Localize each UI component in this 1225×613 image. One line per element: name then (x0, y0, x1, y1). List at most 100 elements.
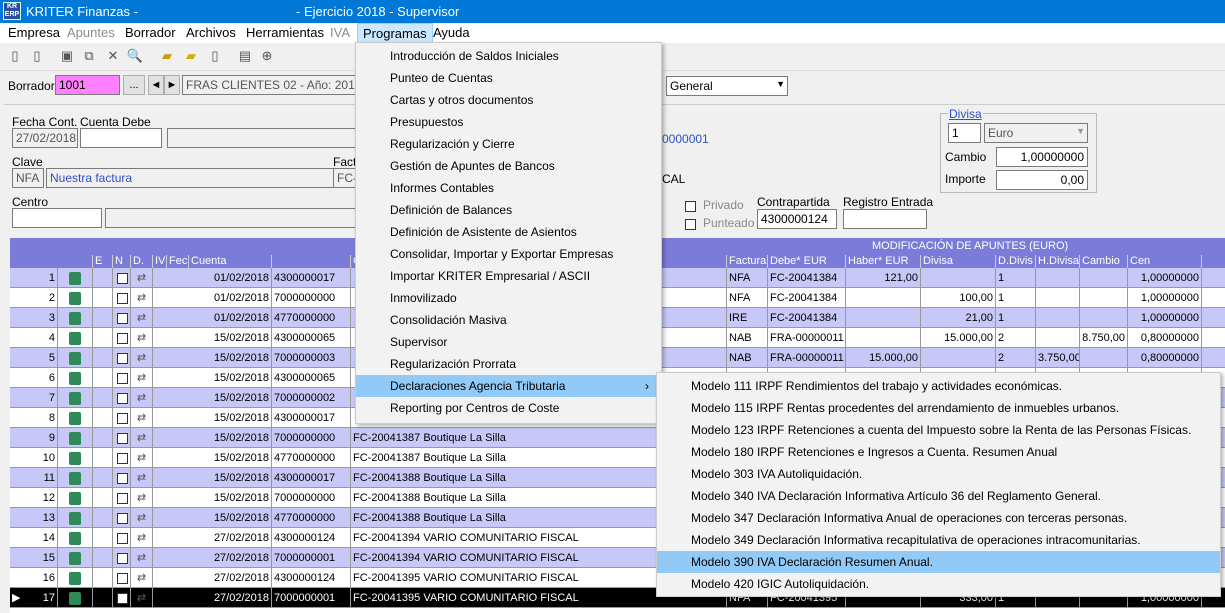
col-e-header[interactable]: E (93, 255, 113, 268)
row-d-checkbox[interactable] (113, 488, 131, 508)
open-file-icon[interactable]: ▯ (206, 47, 224, 65)
col-centro-header[interactable]: Cen (1128, 255, 1202, 268)
row-e-icon[interactable] (58, 448, 93, 468)
row-iv-icon[interactable]: ⇄ (131, 408, 153, 428)
col-debe-header[interactable]: Debe* EUR (768, 255, 846, 268)
programas-item-8[interactable]: Definición de Asistente de Asientos (356, 221, 661, 243)
row-iv-icon[interactable]: ⇄ (131, 568, 153, 588)
programas-item-6[interactable]: Informes Contables (356, 177, 661, 199)
cuenta-debe-field[interactable] (80, 128, 162, 148)
row-d-checkbox[interactable] (113, 268, 131, 288)
contrapartida-field[interactable]: 4300000124 (757, 209, 837, 229)
menu-archivos[interactable]: Archivos (186, 25, 236, 40)
journal-select[interactable]: General ▼ (666, 76, 788, 96)
declaraciones-item-6[interactable]: Modelo 347 Declaración Informativa Anual… (657, 507, 1220, 529)
divisa-code-field[interactable]: 1 (948, 123, 981, 143)
row-e-icon[interactable] (58, 368, 93, 388)
row-d-checkbox[interactable] (113, 328, 131, 348)
row-d-checkbox[interactable] (113, 468, 131, 488)
borrador-lookup-button[interactable]: ... (123, 75, 145, 95)
row-e-icon[interactable] (58, 508, 93, 528)
col-haber-header[interactable]: Haber* EUR (846, 255, 921, 268)
row-iv-icon[interactable]: ⇄ (131, 588, 153, 608)
programas-item-16[interactable]: Reporting por Centros de Coste (356, 397, 661, 419)
row-d-checkbox[interactable] (113, 548, 131, 568)
row-d-checkbox[interactable] (113, 288, 131, 308)
row-d-checkbox[interactable] (113, 368, 131, 388)
next-button[interactable]: ► (164, 75, 180, 95)
programas-item-4[interactable]: Regularización y Cierre (356, 133, 661, 155)
row-iv-icon[interactable]: ⇄ (131, 508, 153, 528)
menu-borrador[interactable]: Borrador (125, 25, 176, 40)
declaraciones-item-9[interactable]: Modelo 420 IGIC Autoliquidación. (657, 573, 1220, 595)
row-iv-icon[interactable]: ⇄ (131, 488, 153, 508)
menu-programas[interactable]: Programas (357, 23, 433, 43)
programas-item-11[interactable]: Inmovilizado (356, 287, 661, 309)
programas-item-3[interactable]: Presupuestos (356, 111, 661, 133)
borrador-input[interactable]: 1001 (55, 75, 120, 95)
row-e-icon[interactable] (58, 488, 93, 508)
col-d-header[interactable]: D. (131, 255, 153, 268)
col-ddivisa-header[interactable]: D.Divis (996, 255, 1036, 268)
row-e-icon[interactable] (58, 588, 93, 608)
row-d-checkbox[interactable] (113, 428, 131, 448)
programas-item-12[interactable]: Consolidación Masiva (356, 309, 661, 331)
row-e-icon[interactable] (58, 528, 93, 548)
cambio-field[interactable]: 1,00000000 (996, 147, 1088, 167)
programas-item-2[interactable]: Cartas y otros documentos (356, 89, 661, 111)
row-e-icon[interactable] (58, 388, 93, 408)
row-iv-icon[interactable]: ⇄ (131, 388, 153, 408)
book-icon[interactable]: ▤ (236, 47, 254, 65)
importe-field[interactable]: 0,00 (996, 170, 1088, 190)
menu-herramientas[interactable]: Herramientas (246, 25, 324, 40)
prev-button[interactable]: ◄ (148, 75, 164, 95)
fact-field[interactable]: FC-2 (333, 168, 357, 188)
row-d-checkbox[interactable] (113, 588, 131, 608)
declaraciones-item-2[interactable]: Modelo 123 IRPF Retenciones a cuenta del… (657, 419, 1220, 441)
programas-item-15[interactable]: Declaraciones Agencia Tributaria › (356, 375, 661, 397)
menu-ayuda[interactable]: Ayuda (433, 25, 470, 40)
copy-icon[interactable]: ▯ (28, 47, 46, 65)
duplicate-icon[interactable]: ⧉ (80, 47, 98, 65)
row-e-icon[interactable] (58, 568, 93, 588)
programas-item-7[interactable]: Definición de Balances (356, 199, 661, 221)
row-e-icon[interactable] (58, 428, 93, 448)
col-cambio-header[interactable]: Cambio (1080, 255, 1128, 268)
declaraciones-item-3[interactable]: Modelo 180 IRPF Retenciones e Ingresos a… (657, 441, 1220, 463)
col-hdivisa-header[interactable]: H.Divisa (1036, 255, 1080, 268)
row-iv-icon[interactable]: ⇄ (131, 308, 153, 328)
fecha-field[interactable]: 27/02/2018 (12, 128, 78, 148)
col-cuenta-header[interactable]: Cuenta (189, 255, 272, 268)
open-folder-icon[interactable]: ▰ (158, 47, 176, 65)
col-selector-header[interactable] (10, 255, 93, 268)
binoculars-icon[interactable]: ⊕ (258, 47, 276, 65)
row-iv-icon[interactable]: ⇄ (131, 448, 153, 468)
row-iv-icon[interactable]: ⇄ (131, 528, 153, 548)
declaraciones-item-7[interactable]: Modelo 349 Declaración Informativa recap… (657, 529, 1220, 551)
save-icon[interactable]: ▣ (58, 47, 76, 65)
row-e-icon[interactable] (58, 348, 93, 368)
row-e-icon[interactable] (58, 548, 93, 568)
delete-icon[interactable]: ✕ (104, 47, 122, 65)
row-d-checkbox[interactable] (113, 568, 131, 588)
declaraciones-item-5[interactable]: Modelo 340 IVA Declaración Informativa A… (657, 485, 1220, 507)
col-concepto-header[interactable] (272, 255, 351, 268)
row-e-icon[interactable] (58, 328, 93, 348)
row-d-checkbox[interactable] (113, 388, 131, 408)
menu-empresa[interactable]: Empresa (8, 25, 60, 40)
col-factura-header[interactable]: Factura (727, 255, 768, 268)
declaraciones-item-8[interactable]: Modelo 390 IVA Declaración Resumen Anual… (657, 551, 1220, 573)
row-e-icon[interactable] (58, 308, 93, 328)
menu-apuntes[interactable]: Apuntes (67, 25, 115, 40)
clave-field[interactable]: NFA (12, 168, 44, 188)
row-d-checkbox[interactable] (113, 528, 131, 548)
programas-item-5[interactable]: Gestión de Apuntes de Bancos (356, 155, 661, 177)
declaraciones-item-1[interactable]: Modelo 115 IRPF Rentas procedentes del a… (657, 397, 1220, 419)
registro-field[interactable] (843, 209, 927, 229)
programas-item-9[interactable]: Consolidar, Importar y Exportar Empresas (356, 243, 661, 265)
divisa-select[interactable]: Euro ▼ (984, 123, 1088, 143)
row-e-icon[interactable] (58, 408, 93, 428)
row-d-checkbox[interactable] (113, 448, 131, 468)
programas-item-13[interactable]: Supervisor (356, 331, 661, 353)
programas-item-1[interactable]: Punteo de Cuentas (356, 67, 661, 89)
